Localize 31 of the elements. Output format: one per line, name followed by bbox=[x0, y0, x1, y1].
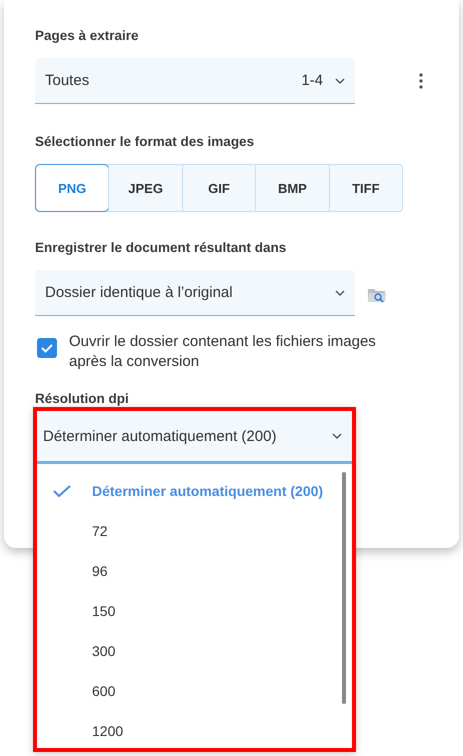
dropdown-value: Déterminer automatiquement (200) bbox=[43, 428, 278, 444]
chevron-down-icon bbox=[335, 290, 345, 296]
dropdown-option[interactable]: 150 bbox=[37, 591, 352, 631]
format-option[interactable]: BMP bbox=[255, 165, 329, 211]
dropdown-value: Dossier identique à l’original bbox=[45, 284, 234, 301]
more-options-icon[interactable] bbox=[419, 73, 423, 89]
format-option[interactable]: TIFF bbox=[328, 165, 402, 211]
dropdown-option[interactable]: 1200 bbox=[37, 711, 352, 751]
folder-search-icon[interactable] bbox=[367, 287, 387, 303]
chevron-down-icon bbox=[335, 78, 345, 84]
scrollbar[interactable] bbox=[342, 472, 346, 704]
destination-dropdown[interactable]: Dossier identique à l’original bbox=[35, 270, 355, 316]
checkbox[interactable] bbox=[37, 338, 57, 358]
resolution-dropdown[interactable]: Déterminer automatiquement (200) bbox=[37, 411, 352, 464]
field-label: Sélectionner le format des images bbox=[35, 134, 256, 150]
page-range: 1-4 bbox=[301, 72, 323, 89]
pages-dropdown[interactable]: Toutes 1-4 bbox=[35, 58, 355, 104]
check-icon bbox=[53, 485, 71, 498]
format-option[interactable]: JPEG bbox=[108, 165, 182, 211]
checkbox-label: Ouvrir le dossier contenant les fichiers images après la conversion bbox=[69, 332, 377, 372]
format-option[interactable]: PNG bbox=[36, 165, 108, 211]
dropdown-option[interactable]: 600 bbox=[37, 671, 352, 711]
dropdown-value: Toutes bbox=[45, 72, 90, 89]
dropdown-option[interactable]: 96 bbox=[37, 551, 352, 591]
chevron-down-icon bbox=[332, 433, 342, 439]
field-label: Enregistrer le document résultant dans bbox=[35, 240, 288, 256]
field-label: Pages à extraire bbox=[35, 28, 140, 44]
dropdown-option[interactable]: 72 bbox=[37, 511, 352, 551]
format-option[interactable]: GIF bbox=[182, 165, 256, 211]
dropdown-option[interactable]: 300 bbox=[37, 631, 352, 671]
field-label: Résolution dpi bbox=[35, 391, 130, 407]
